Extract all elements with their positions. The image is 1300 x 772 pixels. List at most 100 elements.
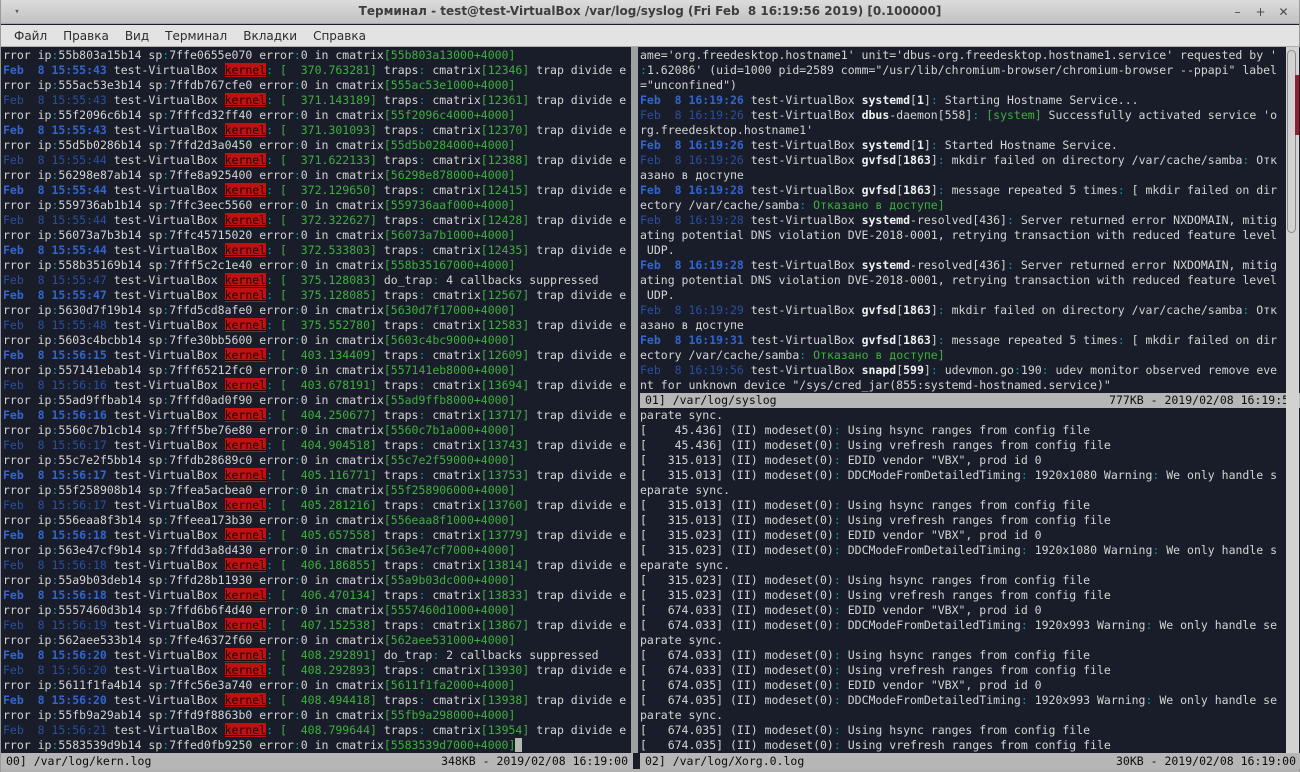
log-segment [273, 348, 280, 362]
log-segment: do_trap [377, 648, 432, 662]
log-segment: cmatrix [425, 213, 480, 227]
menu-view[interactable]: Вид [117, 25, 157, 46]
log-segment: Server returned error NXDOMAIN, mitig [1014, 213, 1277, 227]
log-segment: udev monitor observed remove eve [1049, 363, 1277, 377]
log-segment: eparate sync. [640, 558, 730, 572]
log-segment: Отказано в доступе] [806, 348, 944, 362]
log-segment: [55ad9ffb8000+4000] [384, 393, 516, 407]
log-segment: traps [377, 378, 419, 392]
log-segment: test-VirtualBox [744, 138, 862, 152]
log-segment: 1863 [903, 303, 931, 317]
log-segment: [12361] [481, 93, 529, 107]
log-segment: rror ip [3, 48, 51, 62]
menu-tabs[interactable]: Вкладки [235, 25, 305, 46]
log-segment: [55b803a13000+4000] [384, 48, 516, 62]
log-line: rror ip:556eaa8f3b14 sp:7ffeea173b30 err… [3, 513, 632, 528]
log-segment: 0 in cmatrix [301, 543, 384, 557]
log-segment: 7ffe30bb5600 error [169, 333, 294, 347]
log-segment: 7ffea5acbea0 error [169, 483, 294, 497]
kernel-badge: kernel [225, 588, 267, 602]
log-segment [273, 378, 280, 392]
log-segment: Using hsync ranges from config file [841, 423, 1090, 437]
log-segment: : [834, 693, 841, 707]
log-segment: 2 callbacks suppressed [439, 648, 598, 662]
log-segment: 1920x993 Warning [1028, 618, 1146, 632]
log-segment [273, 693, 280, 707]
log-segment: [ 315.013] (II) modeset(0) [640, 453, 834, 467]
log-segment: traps [377, 318, 419, 332]
log-segment: 0 in cmatrix [301, 168, 384, 182]
log-segment: : [266, 318, 273, 332]
menu-file[interactable]: Файл [6, 25, 55, 46]
log-segment: rror ip [3, 198, 51, 212]
terminal-screen[interactable]: rror ip:55b803a15b14 sp:7ffe0655e070 err… [1, 47, 1300, 753]
log-segment: Using vrefresh ranges from config file [841, 663, 1111, 677]
log-segment: 1920x993 Warning [1028, 693, 1146, 707]
log-segment: traps [377, 618, 419, 632]
log-segment: 0 in cmatrix [301, 633, 384, 647]
log-segment: [ [910, 93, 917, 107]
log-segment: trap divide e [529, 93, 626, 107]
log-segment: test-VirtualBox [107, 183, 225, 197]
menu-terminal[interactable]: Терминал [157, 25, 235, 46]
log-segment [273, 663, 280, 677]
log-segment: test-VirtualBox [107, 663, 225, 677]
minimize-button[interactable]: – [1230, 5, 1245, 20]
log-line: rror ip:55d5b0286b14 sp:7ffd2d3a0450 err… [3, 138, 632, 153]
log-segment: 1.62086' (uid=1000 pid=2589 comm="/usr/l… [647, 63, 1277, 77]
log-segment: Feb 8 15:55:48 [3, 318, 107, 332]
log-segment: cmatrix [425, 693, 480, 707]
log-segment: : [294, 573, 301, 587]
log-segment: [13930] [481, 663, 529, 677]
log-segment: trap divide e [529, 618, 626, 632]
log-segment: 562aee533b14 sp [58, 633, 162, 647]
titlebar[interactable]: ▾ Терминал - test@test-VirtualBox /var/l… [1, 0, 1299, 24]
log-line: [ 674.033] (II) modeset(0): Using vrefre… [640, 663, 1300, 678]
statusbar-syslog-label: 01] /var/log/syslog [645, 393, 777, 408]
pane-syslog-xorg: ame='org.freedesktop.hostname1' unit='db… [640, 48, 1300, 753]
log-line: parate sync. [640, 408, 1300, 423]
menubar: Файл Правка Вид Терминал Вкладки Справка [1, 25, 1299, 47]
close-button[interactable]: ✕ [1276, 5, 1291, 20]
maximize-button[interactable]: + [1253, 5, 1268, 20]
log-segment: 56073a7b3b14 sp [58, 228, 162, 242]
log-segment: : [266, 693, 273, 707]
log-segment: [556eaa8f1000+4000] [384, 513, 516, 527]
log-segment: test-VirtualBox [107, 438, 225, 452]
menu-edit[interactable]: Правка [55, 25, 117, 46]
log-segment: [ 406.470134] [280, 588, 377, 602]
log-segment: gvfsd [862, 303, 897, 317]
log-segment: Feb 8 15:56:21 [3, 723, 107, 737]
log-line: Feb 8 15:56:21 test-VirtualBox kernel: [… [3, 723, 632, 738]
log-line: rror ip:5611f1fa4b14 sp:7ffc56e3a740 err… [3, 678, 632, 693]
log-segment: : [294, 543, 301, 557]
log-segment: test-VirtualBox [107, 693, 225, 707]
log-segment: Feb 8 16:19:29 [640, 303, 744, 317]
scrollbar[interactable] [1286, 47, 1299, 753]
menu-help[interactable]: Справка [305, 25, 374, 46]
log-segment: : [834, 528, 841, 542]
log-segment: traps [377, 288, 419, 302]
log-segment [273, 213, 280, 227]
log-segment: : [834, 723, 841, 737]
log-segment: Feb 8 15:56:20 [3, 663, 107, 677]
log-segment: cmatrix [425, 243, 480, 257]
window-title: Терминал - test@test-VirtualBox /var/log… [1, 4, 1299, 18]
log-segment: EDID vendor "VBX", prod id 0 [841, 528, 1042, 542]
log-segment: rror ip [3, 168, 51, 182]
log-segment: 7fff5be76e80 error [169, 423, 294, 437]
log-segment: азано в доступе [640, 168, 744, 182]
statusbar-kern-log: 00] /var/log/kern.log 348KB - 2019/02/08… [1, 753, 633, 769]
log-segment: : [266, 648, 273, 662]
log-segment: азано в доступе [640, 318, 744, 332]
log-segment: : [266, 558, 273, 572]
log-line: Feb 8 15:56:16 test-VirtualBox kernel: [… [3, 408, 632, 423]
log-segment: test-VirtualBox [107, 723, 225, 737]
log-segment: 7ffd9f8863b0 error [169, 708, 294, 722]
log-segment: gvfsd [862, 153, 897, 167]
log-segment: 0 in cmatrix [301, 573, 384, 587]
log-segment: ] [931, 153, 938, 167]
log-segment: test-VirtualBox [107, 498, 225, 512]
log-segment [273, 63, 280, 77]
log-line: eparate sync. [640, 483, 1300, 498]
